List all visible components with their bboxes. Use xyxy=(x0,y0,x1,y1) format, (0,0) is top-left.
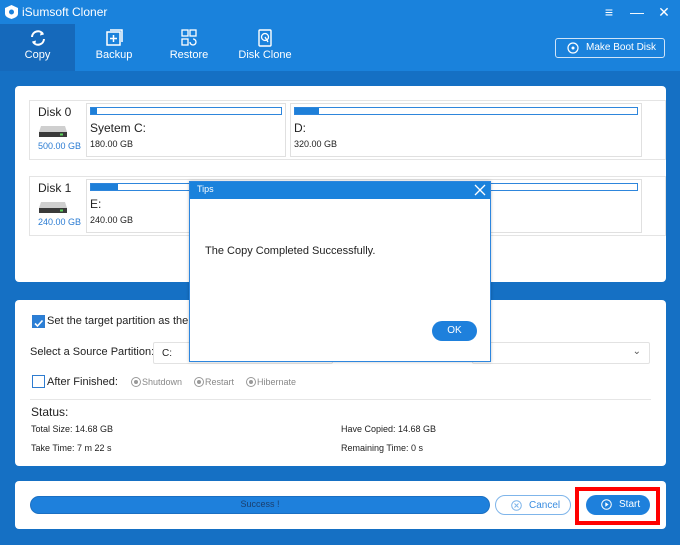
cancel-button[interactable]: Cancel xyxy=(495,495,571,515)
backup-icon xyxy=(106,29,123,46)
partition-label: Syetem C: xyxy=(90,121,147,135)
chevron-down-icon: ⌄ xyxy=(632,346,641,357)
radio-dot xyxy=(246,377,256,387)
tab-disk-clone[interactable]: Disk Clone xyxy=(232,24,298,71)
status-title: Status: xyxy=(31,405,69,419)
tab-backup[interactable]: Backup xyxy=(80,24,148,71)
radio-restart-label: Restart xyxy=(205,377,235,387)
start-button[interactable]: Start xyxy=(586,495,650,515)
take-time: Take Time: 7 m 22 s xyxy=(31,443,112,453)
source-partition-label: Select a Source Partition: xyxy=(30,346,155,358)
title-bar: iSumsoft Cloner ≡ — ✕ xyxy=(0,0,680,24)
close-button[interactable]: ✕ xyxy=(655,3,673,21)
minimize-button[interactable]: — xyxy=(628,3,646,21)
tab-copy[interactable]: Copy xyxy=(0,24,75,71)
progress-text: Success ! xyxy=(240,499,280,509)
tab-copy-label: Copy xyxy=(24,49,51,61)
progress-bar: Success ! xyxy=(30,496,490,514)
radio-shutdown[interactable]: Shutdown xyxy=(131,377,182,387)
checkmark-icon xyxy=(34,319,44,328)
tab-disk-clone-label: Disk Clone xyxy=(238,49,292,61)
remaining-time: Remaining Time: 0 s xyxy=(341,443,424,453)
disk-name: Disk 1 xyxy=(38,181,72,195)
partition-label: E: xyxy=(90,197,102,211)
disk-clone-icon xyxy=(258,29,272,47)
radio-shutdown-label: Shutdown xyxy=(142,377,183,387)
radio-hibernate-label: Hibernate xyxy=(257,377,297,387)
cancel-circle-icon xyxy=(511,500,522,511)
refresh-icon xyxy=(30,30,45,46)
cancel-label: Cancel xyxy=(529,500,561,511)
partition-size: 240.00 GB xyxy=(90,215,134,225)
app-logo-icon xyxy=(5,5,18,19)
target-partition-select[interactable]: ⌄ xyxy=(472,342,650,364)
disk-name: Disk 0 xyxy=(38,105,72,119)
total-size: Total Size: 14.68 GB xyxy=(31,424,114,434)
partition-label: D: xyxy=(294,121,306,135)
make-boot-disk-button[interactable]: Make Boot Disk xyxy=(555,38,665,58)
hard-drive-icon xyxy=(39,202,67,213)
disk-row-0[interactable]: Disk 0 500.00 GB Syetem C: 180.00 GB D: … xyxy=(29,100,666,160)
start-label: Start xyxy=(619,499,641,510)
app-title: iSumsoft Cloner xyxy=(22,5,108,19)
ok-button[interactable]: OK xyxy=(432,321,477,341)
partition-usage-fill xyxy=(91,108,97,114)
hard-drive-icon xyxy=(39,126,67,137)
divider xyxy=(30,399,651,400)
partition-usage-fill xyxy=(91,184,119,190)
have-copied: Have Copied: 14.68 GB xyxy=(341,424,437,434)
tab-restore-label: Restore xyxy=(169,49,209,61)
disk-size: 500.00 GB xyxy=(38,141,82,151)
make-boot-disk-label: Make Boot Disk xyxy=(586,42,657,53)
tab-restore[interactable]: Restore xyxy=(155,24,223,71)
restore-icon xyxy=(181,29,197,46)
radio-dot xyxy=(194,377,204,387)
dialog-title: Tips xyxy=(197,184,214,194)
radio-restart[interactable]: Restart xyxy=(194,377,234,387)
dialog-header: Tips xyxy=(190,182,490,199)
set-boot-label: Set the target partition as the b xyxy=(47,315,198,327)
partition-usage-fill xyxy=(295,108,319,114)
partition-c[interactable]: Syetem C: 180.00 GB xyxy=(86,103,286,157)
action-panel: Success ! Cancel Start xyxy=(15,481,666,529)
after-finished-label: After Finished: xyxy=(47,376,118,388)
radio-hibernate[interactable]: Hibernate xyxy=(246,377,296,387)
source-partition-value: C: xyxy=(162,348,172,359)
disk-size: 240.00 GB xyxy=(38,217,82,227)
dialog-message: The Copy Completed Successfully. xyxy=(205,245,376,257)
partition-usage-bar xyxy=(90,107,282,115)
partition-size: 180.00 GB xyxy=(90,139,134,149)
tab-backup-label: Backup xyxy=(95,49,133,61)
play-circle-icon xyxy=(601,499,612,510)
partition-d[interactable]: D: 320.00 GB xyxy=(290,103,642,157)
set-boot-checkbox[interactable] xyxy=(32,315,45,328)
close-icon[interactable] xyxy=(473,183,487,197)
after-finished-checkbox[interactable] xyxy=(32,375,45,388)
partition-size: 320.00 GB xyxy=(294,139,338,149)
tips-dialog: Tips The Copy Completed Successfully. OK xyxy=(189,181,491,362)
disc-icon xyxy=(567,42,579,54)
radio-dot xyxy=(131,377,141,387)
menu-button[interactable]: ≡ xyxy=(600,3,618,21)
partition-usage-bar xyxy=(294,107,638,115)
